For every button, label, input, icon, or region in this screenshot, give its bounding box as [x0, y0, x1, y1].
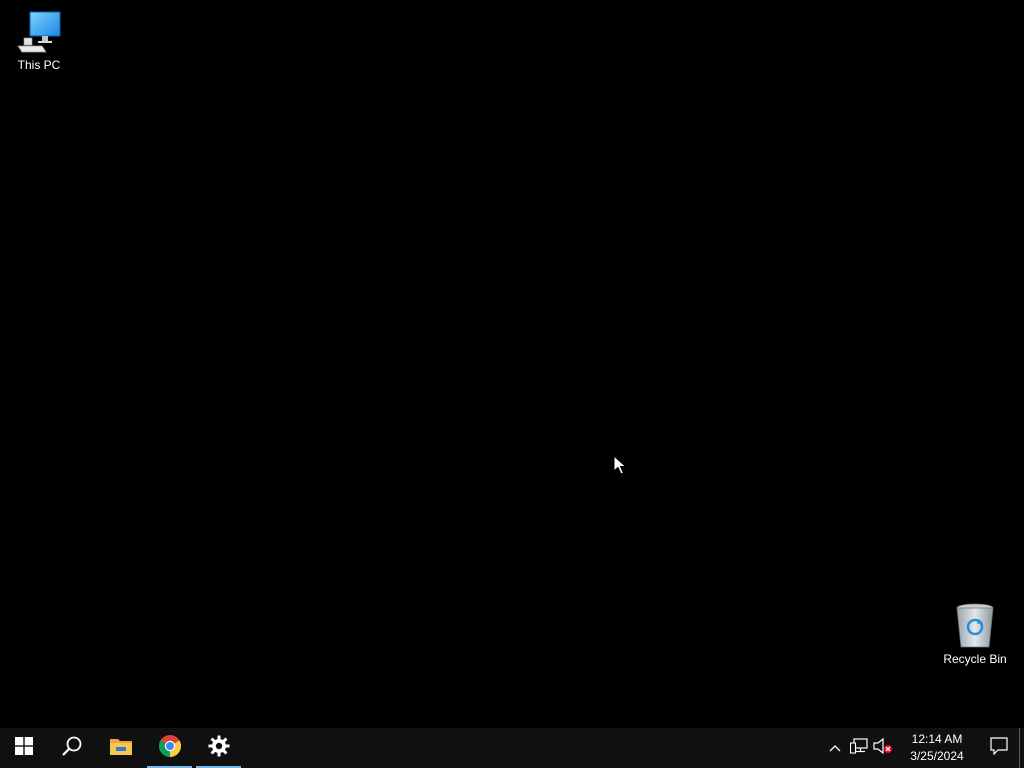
volume-button[interactable] [871, 728, 895, 768]
chrome-button[interactable] [145, 728, 194, 768]
search-icon [61, 735, 83, 762]
system-tray: 12:14 AM 3/25/2024 [823, 728, 1024, 768]
network-icon [849, 737, 868, 759]
show-hidden-icons-button[interactable] [823, 728, 847, 768]
clock-date: 3/25/2024 [910, 749, 964, 763]
action-center-button[interactable] [979, 728, 1019, 768]
file-explorer-button[interactable] [96, 728, 145, 768]
folder-icon [109, 736, 133, 761]
gear-icon [208, 735, 230, 762]
desktop-icon-label: This PC [17, 58, 61, 72]
computer-icon [15, 8, 63, 56]
settings-button[interactable] [194, 728, 243, 768]
volume-muted-icon [873, 737, 893, 759]
action-center-icon [990, 736, 1008, 760]
chrome-icon [158, 734, 182, 763]
taskbar-clock[interactable]: 12:14 AM 3/25/2024 [895, 728, 979, 768]
start-button[interactable] [0, 728, 48, 768]
chevron-up-icon [829, 739, 841, 757]
windows-logo-icon [15, 736, 33, 760]
desktop[interactable]: This PC Recycle Bin [0, 0, 1024, 728]
clock-time: 12:14 AM [911, 732, 963, 746]
desktop-icon-this-pc[interactable]: This PC [2, 8, 76, 72]
mouse-pointer-icon [613, 454, 627, 475]
show-desktop-button[interactable] [1019, 728, 1024, 768]
network-button[interactable] [847, 728, 871, 768]
desktop-icon-label: Recycle Bin [943, 652, 1007, 666]
desktop-icon-recycle-bin[interactable]: Recycle Bin [938, 602, 1012, 666]
search-button[interactable] [48, 728, 96, 768]
recycle-bin-icon [951, 602, 999, 650]
taskbar: 12:14 AM 3/25/2024 [0, 728, 1024, 768]
